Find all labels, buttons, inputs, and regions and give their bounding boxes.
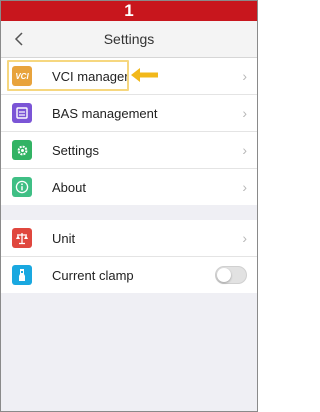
menu-item-settings[interactable]: Settings › (1, 132, 257, 169)
menu-item-label: Current clamp (52, 267, 134, 283)
gear-icon (12, 140, 32, 160)
chevron-right-icon: › (242, 179, 247, 195)
bas-icon (12, 103, 32, 123)
back-button[interactable] (5, 21, 33, 57)
chevron-right-icon: › (242, 142, 247, 158)
menu-item-bas-management[interactable]: BAS management › (1, 95, 257, 132)
clamp-icon (12, 265, 32, 285)
step-banner: 1 (1, 1, 257, 21)
arrow-left-icon (131, 68, 158, 82)
toggle-knob (217, 268, 231, 282)
highlight-box (7, 60, 129, 91)
group-divider (1, 205, 257, 220)
menu-item-current-clamp: Current clamp (1, 257, 257, 293)
nav-bar: Settings (1, 21, 257, 58)
app-frame: 1 Settings VCI VCI manager › BAS managem… (0, 0, 258, 412)
current-clamp-toggle[interactable] (215, 266, 247, 284)
step-number: 1 (124, 1, 134, 20)
menu-item-label: BAS management (52, 105, 158, 121)
settings-group-secondary: Unit › Current clamp (1, 220, 257, 293)
menu-item-label: Settings (52, 142, 99, 158)
menu-item-about[interactable]: About › (1, 169, 257, 205)
page-title: Settings (103, 31, 155, 47)
menu-item-label: Unit (52, 230, 76, 246)
chevron-left-icon (14, 32, 23, 46)
info-icon (12, 177, 32, 197)
chevron-right-icon: › (242, 230, 247, 246)
scale-icon (12, 228, 32, 248)
settings-group-main: VCI VCI manager › BAS management › Setti… (1, 58, 257, 205)
menu-item-label: About (52, 179, 86, 195)
chevron-right-icon: › (242, 105, 247, 121)
menu-item-vci-manager[interactable]: VCI VCI manager › (1, 58, 257, 95)
chevron-right-icon: › (242, 68, 247, 84)
menu-item-unit[interactable]: Unit › (1, 220, 257, 257)
